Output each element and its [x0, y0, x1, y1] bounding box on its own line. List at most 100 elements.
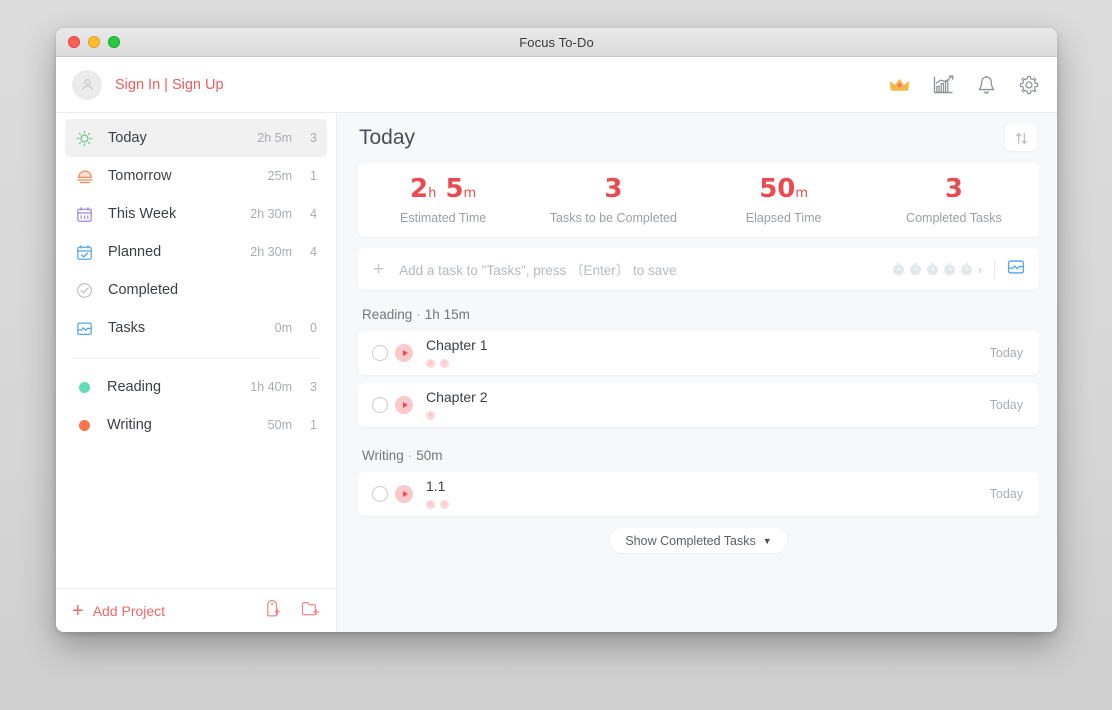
pomodoro-icon[interactable] — [943, 262, 956, 276]
group-header-writing: Writing · 50m — [358, 435, 1039, 472]
stat-value: 2h 5m — [410, 173, 477, 204]
calendar-icon — [74, 206, 95, 223]
gear-icon[interactable] — [1019, 75, 1039, 95]
stat-completed-tasks: 3 Completed Tasks — [869, 176, 1039, 225]
pomodoro-icon[interactable] — [892, 262, 905, 276]
sidebar-item-completed[interactable]: Completed — [65, 271, 327, 309]
sidebar-item-label: This Week — [108, 206, 177, 222]
stat-elapsed-time: 50m Elapsed Time — [699, 176, 869, 225]
start-timer-button[interactable] — [395, 396, 413, 414]
pomodoro-icon[interactable] — [926, 262, 939, 276]
task-details: Chapter 2 — [426, 389, 990, 420]
sidebar-divider — [74, 358, 318, 359]
sidebar-item-this-week[interactable]: This Week 2h 30m 4 — [65, 195, 327, 233]
stat-label: Completed Tasks — [906, 210, 1002, 225]
task-checkbox[interactable] — [372, 397, 388, 413]
window-title: Focus To-Do — [519, 34, 594, 50]
sidebar-project-reading[interactable]: Reading 1h 40m 3 — [65, 368, 327, 406]
table-row[interactable]: 1.1 Today — [358, 472, 1039, 516]
pomodoro-dot — [440, 499, 449, 509]
table-row[interactable]: Chapter 2 Today — [358, 383, 1039, 427]
play-icon — [402, 491, 408, 497]
sidebar-nav: Today 2h 5m 3 Tomorrow 25m 1 This Week 2… — [56, 113, 336, 444]
project-color-dot — [79, 381, 90, 393]
start-timer-button[interactable] — [395, 485, 413, 503]
group-name: Reading — [362, 307, 413, 322]
play-icon — [402, 350, 408, 356]
account-actions — [889, 75, 1039, 95]
task-pomodoro-dots — [426, 499, 990, 509]
pomodoro-dot — [426, 358, 435, 368]
sun-icon — [74, 130, 95, 147]
sidebar-item-tomorrow[interactable]: Tomorrow 25m 1 — [65, 157, 327, 195]
avatar[interactable] — [72, 69, 102, 100]
stat-estimated-time: 2h 5m Estimated Time — [358, 176, 528, 225]
stat-value: 3 — [604, 173, 623, 204]
sidebar-item-time: 0m — [274, 321, 292, 335]
user-avatar-icon — [81, 79, 93, 90]
sign-in-sign-up-link[interactable]: Sign In | Sign Up — [115, 77, 224, 93]
chevron-right-icon[interactable]: › — [978, 262, 982, 277]
task-name: Chapter 1 — [426, 337, 488, 354]
show-completed-label: Show Completed Tasks — [625, 533, 756, 548]
sidebar-item-count: 4 — [310, 245, 317, 259]
plus-icon: + — [373, 258, 385, 280]
pomodoro-dot — [426, 499, 435, 509]
app-body: Today 2h 5m 3 Tomorrow 25m 1 This Week 2… — [56, 113, 1057, 632]
add-task-row[interactable]: + Add a task to "Tasks", press 〔Enter〕 t… — [358, 248, 1039, 290]
sidebar: Today 2h 5m 3 Tomorrow 25m 1 This Week 2… — [56, 113, 337, 632]
add-task-input[interactable]: Add a task to "Tasks", press 〔Enter〕 to … — [399, 259, 892, 279]
sidebar-item-label: Tomorrow — [108, 168, 172, 184]
sidebar-item-time: 2h 30m — [250, 207, 292, 221]
sidebar-item-planned[interactable]: Planned 2h 30m 4 — [65, 233, 327, 271]
sidebar-item-time: 2h 30m — [250, 245, 292, 259]
pomodoro-icon[interactable] — [960, 262, 973, 276]
play-icon — [402, 402, 408, 408]
add-project-label: Add Project — [92, 602, 166, 619]
crown-icon[interactable] — [889, 77, 910, 93]
stat-value: 3 — [944, 173, 963, 204]
bell-icon[interactable] — [977, 75, 996, 95]
pomodoro-dot — [440, 358, 449, 368]
project-label: Writing — [107, 417, 152, 433]
project-time: 1h 40m — [250, 380, 292, 394]
calendar-check-icon — [74, 244, 95, 261]
pomodoro-estimate-picker[interactable] — [892, 262, 973, 276]
statistics-chart-icon[interactable] — [933, 75, 954, 94]
sidebar-item-tasks[interactable]: Tasks 0m 0 — [65, 309, 327, 347]
add-project-button[interactable]: + Add Project — [72, 601, 165, 621]
start-timer-button[interactable] — [395, 344, 413, 362]
main-header: Today — [337, 113, 1057, 163]
sidebar-item-label: Today — [108, 130, 147, 146]
account-bar: Sign In | Sign Up — [56, 57, 1057, 113]
sidebar-item-label: Planned — [108, 244, 162, 260]
add-folder-icon[interactable] — [301, 600, 320, 622]
task-checkbox[interactable] — [372, 345, 388, 361]
sidebar-item-time: 2h 5m — [257, 131, 292, 145]
inbox-icon[interactable] — [1007, 259, 1025, 280]
title-bar: Focus To-Do — [56, 28, 1057, 57]
page-title: Today — [359, 126, 416, 149]
sidebar-item-count: 4 — [310, 207, 317, 221]
show-completed-tasks-button[interactable]: Show Completed Tasks ▼ — [610, 528, 787, 553]
sidebar-item-today[interactable]: Today 2h 5m 3 — [65, 119, 327, 157]
sidebar-footer-icons — [264, 599, 320, 622]
group-name: Writing — [362, 448, 404, 463]
table-row[interactable]: Chapter 1 Today — [358, 331, 1039, 375]
group-separator: · — [416, 307, 421, 322]
show-completed-wrap: Show Completed Tasks ▼ — [358, 528, 1039, 553]
divider — [994, 260, 995, 278]
add-tag-icon[interactable] — [264, 599, 281, 622]
inbox-icon — [74, 320, 95, 337]
task-checkbox[interactable] — [372, 486, 388, 502]
sidebar-project-writing[interactable]: Writing 50m 1 — [65, 406, 327, 444]
sidebar-item-count: 1 — [310, 169, 317, 183]
project-color-dot — [79, 419, 90, 431]
pomodoro-icon[interactable] — [909, 262, 922, 276]
sidebar-item-time: 25m — [267, 169, 292, 183]
sort-button[interactable] — [1005, 125, 1037, 151]
group-separator: · — [407, 448, 413, 463]
sidebar-footer: + Add Project — [56, 588, 336, 632]
check-circle-icon — [74, 282, 95, 299]
sidebar-item-count: 3 — [310, 131, 317, 145]
